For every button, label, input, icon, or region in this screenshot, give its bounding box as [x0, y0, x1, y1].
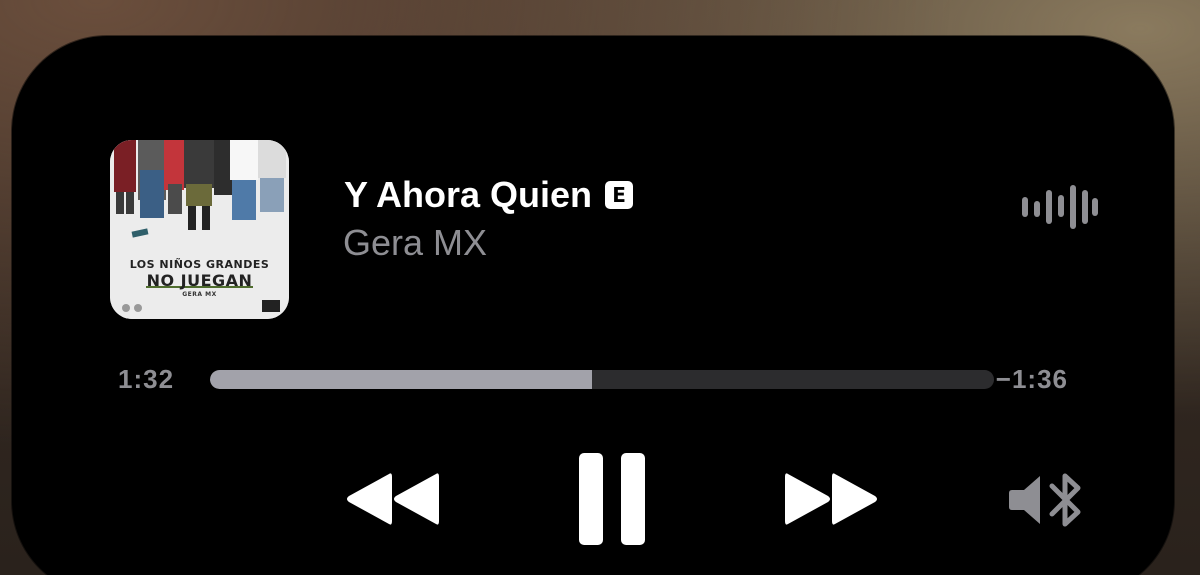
explicit-badge: E [605, 181, 634, 209]
progress-bar-fill [210, 370, 592, 389]
album-artwork[interactable]: LOS NIÑOS GRANDES NO JUEGAN GERA MX [110, 140, 289, 319]
forward-icon [785, 473, 877, 525]
artwork-text-line3: GERA MX [182, 291, 217, 298]
speaker-bluetooth-icon [1009, 473, 1081, 527]
track-title-row[interactable]: Y Ahora Quien E [344, 174, 634, 216]
pause-icon [579, 453, 645, 545]
forward-button[interactable] [782, 468, 882, 530]
artwork-text-line1: LOS NIÑOS GRANDES [129, 258, 270, 271]
waveform-icon [1022, 185, 1098, 229]
time-remaining: −1:36 [995, 364, 1068, 394]
artwork-text-line2: NO JUEGAN [146, 271, 253, 290]
audio-route-button[interactable] [1008, 472, 1092, 528]
track-title: Y Ahora Quien [344, 174, 593, 215]
now-playing-island: LOS NIÑOS GRANDES NO JUEGAN GERA MX Y Ah… [12, 36, 1174, 575]
backward-icon [347, 473, 439, 525]
progress-bar[interactable] [210, 370, 994, 389]
time-elapsed: 1:32 [118, 364, 175, 394]
pause-button[interactable] [574, 452, 650, 546]
artist-name[interactable]: Gera MX [343, 222, 487, 264]
rewind-button[interactable] [342, 468, 442, 530]
